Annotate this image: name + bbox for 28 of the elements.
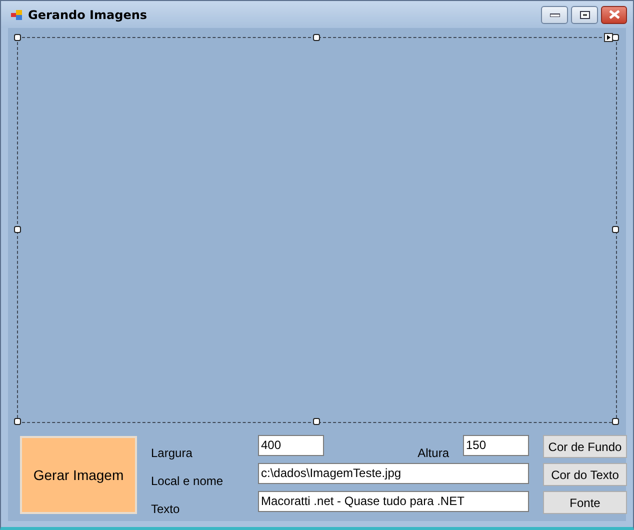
width-label: Largura: [151, 446, 194, 460]
action-button[interactable]: Cor de Fundo: [543, 435, 627, 458]
text-label: Texto: [151, 502, 181, 516]
minimize-button[interactable]: [541, 6, 568, 24]
action-button[interactable]: Cor do Texto: [543, 463, 627, 486]
resize-handle[interactable]: [313, 418, 320, 425]
path-label: Local e nome: [151, 474, 224, 488]
action-button[interactable]: Fonte: [543, 491, 627, 514]
restore-button[interactable]: [571, 6, 598, 24]
text-field[interactable]: Macoratti .net - Quase tudo para .NET: [258, 491, 529, 512]
window-title: Gerando Imagens: [28, 8, 148, 22]
path-field[interactable]: c:\dados\ImagemTeste.jpg: [258, 463, 529, 484]
width-field[interactable]: 400: [258, 435, 324, 456]
resize-handle[interactable]: [14, 34, 21, 41]
resize-handle[interactable]: [14, 418, 21, 425]
resize-handle[interactable]: [14, 226, 21, 233]
restore-icon: [580, 10, 590, 18]
generate-image-button[interactable]: Gerar Imagem: [20, 436, 137, 514]
close-button[interactable]: [601, 6, 627, 24]
close-icon: [608, 10, 620, 19]
resize-handle[interactable]: [612, 226, 619, 233]
height-field[interactable]: 150: [463, 435, 529, 456]
resize-handle[interactable]: [612, 418, 619, 425]
resize-handle[interactable]: [313, 34, 320, 41]
height-label: Altura: [418, 446, 449, 460]
app-icon: [11, 8, 23, 20]
smart-tag-icon[interactable]: [604, 33, 613, 42]
minimize-icon: [550, 12, 560, 16]
